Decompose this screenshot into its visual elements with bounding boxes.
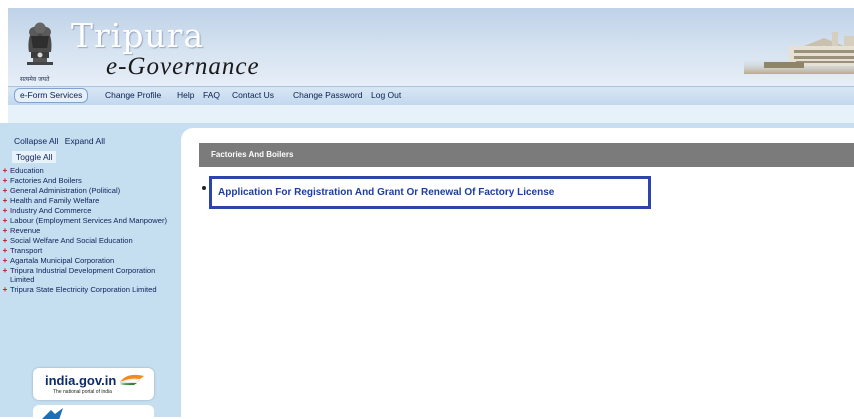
site-subtitle: e-Governance — [106, 53, 260, 80]
tree-item-tsecl[interactable]: + Tripura State Electricity Corporation … — [0, 285, 179, 294]
expand-plus-icon[interactable]: + — [0, 266, 10, 275]
national-emblem-icon — [27, 22, 53, 65]
tree-item-transport[interactable]: + Transport — [0, 246, 179, 255]
nav-log-out[interactable]: Log Out — [371, 89, 401, 102]
expand-plus-icon[interactable]: + — [0, 226, 10, 235]
tree-item-label: Revenue — [10, 226, 41, 235]
nav-change-password[interactable]: Change Password — [293, 89, 362, 102]
expand-plus-icon[interactable]: + — [0, 166, 10, 175]
tree-item-education[interactable]: + Education — [0, 166, 179, 175]
tree-item-label: Social Welfare And Social Education — [10, 236, 133, 245]
department-tree: + Education + Factories And Boilers + Ge… — [0, 166, 179, 295]
expand-plus-icon[interactable]: + — [0, 236, 10, 245]
tree-item-health-family-welfare[interactable]: + Health and Family Welfare — [0, 196, 179, 205]
expand-plus-icon[interactable]: + — [0, 285, 10, 294]
nav-contact-us[interactable]: Contact Us — [232, 89, 274, 102]
tree-item-industry-commerce[interactable]: + Industry And Commerce — [0, 206, 179, 215]
expand-plus-icon[interactable]: + — [0, 186, 10, 195]
nav-change-profile[interactable]: Change Profile — [105, 89, 161, 102]
tree-item-revenue[interactable]: + Revenue — [0, 226, 179, 235]
expand-plus-icon[interactable]: + — [0, 196, 10, 205]
nav-faq[interactable]: FAQ — [203, 89, 220, 102]
emblem-caption: सत्यमेव जयते — [20, 76, 50, 83]
tree-item-label: General Administration (Political) — [10, 186, 121, 195]
expand-plus-icon[interactable]: + — [0, 216, 10, 225]
india-flag-icon — [119, 374, 144, 385]
section-title: Factories And Boilers — [199, 143, 854, 167]
tree-item-label: Transport — [10, 246, 43, 255]
tree-item-label: Factories And Boilers — [10, 176, 82, 185]
main-nav: e-Form Services Change Profile Help FAQ … — [8, 86, 854, 106]
partner-logo-icon — [42, 408, 63, 419]
nav-help[interactable]: Help — [177, 89, 194, 102]
site-title: Tripura — [71, 16, 205, 55]
tree-actions: Collapse All Expand All — [14, 136, 109, 146]
content-panel — [181, 128, 854, 417]
tree-item-label: Industry And Commerce — [10, 206, 92, 215]
tree-item-factories-and-boilers[interactable]: + Factories And Boilers — [0, 176, 179, 185]
tree-item-agartala-municipal[interactable]: + Agartala Municipal Corporation — [0, 256, 179, 265]
tree-item-label: Labour (Employment Services And Manpower… — [10, 216, 168, 225]
tree-item-label: Health and Family Welfare — [10, 196, 100, 205]
tree-item-labour[interactable]: + Labour (Employment Services And Manpow… — [0, 216, 179, 225]
tree-item-general-administration[interactable]: + General Administration (Political) — [0, 186, 179, 195]
site-header: सत्यमेव जयते Tripura e-Governance — [8, 8, 854, 86]
expand-all-link[interactable]: Expand All — [65, 136, 105, 146]
tree-item-label: Tripura State Electricity Corporation Li… — [10, 285, 157, 294]
nav-eform-services[interactable]: e-Form Services — [14, 88, 89, 103]
expand-plus-icon[interactable]: + — [0, 246, 10, 255]
india-gov-title: india.gov.in — [45, 373, 117, 388]
tree-item-label: Tripura Industrial Development Corporati… — [10, 266, 156, 284]
bullet-icon — [202, 186, 206, 190]
collapse-all-link[interactable]: Collapse All — [14, 136, 58, 146]
tree-item-label: Agartala Municipal Corporation — [10, 256, 115, 265]
expand-plus-icon[interactable]: + — [0, 256, 10, 265]
sidebar: Collapse All Expand All Toggle All + Edu… — [0, 123, 179, 419]
expand-plus-icon[interactable]: + — [0, 206, 10, 215]
tree-item-social-welfare[interactable]: + Social Welfare And Social Education — [0, 236, 179, 245]
tree-item-label: Education — [10, 166, 44, 175]
india-gov-portal-logo[interactable]: india.gov.in The national portal of indi… — [33, 368, 154, 400]
india-gov-subtitle: The national portal of india — [53, 389, 112, 395]
factory-license-application-link[interactable]: Application For Registration And Grant O… — [209, 176, 651, 209]
tree-item-tidc[interactable]: + Tripura Industrial Development Corpora… — [0, 266, 179, 284]
secretariat-building-image — [744, 32, 854, 74]
expand-plus-icon[interactable]: + — [0, 176, 10, 185]
toggle-all-button[interactable]: Toggle All — [12, 151, 57, 163]
nav-spacer-band — [8, 105, 854, 123]
